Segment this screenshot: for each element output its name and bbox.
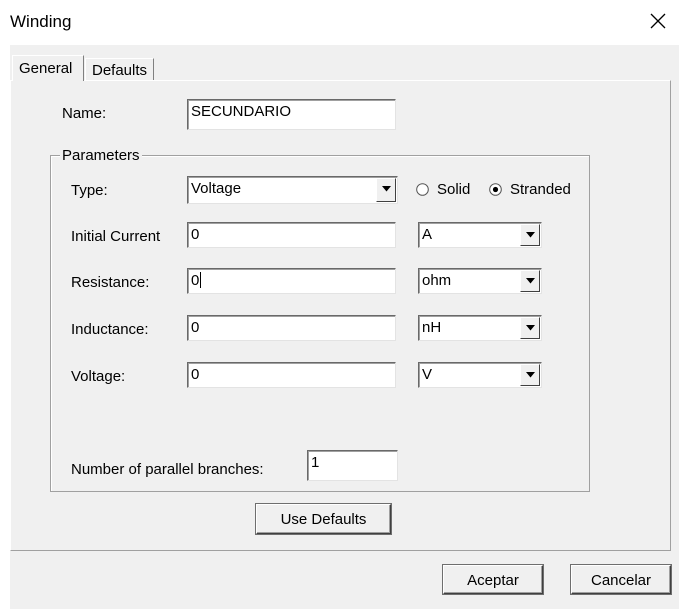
cancel-button[interactable]: Cancelar: [571, 565, 671, 594]
window-title: Winding: [10, 12, 72, 31]
inductance-field[interactable]: 0: [187, 315, 396, 341]
voltage-field[interactable]: 0: [187, 362, 396, 388]
chevron-down-icon[interactable]: [520, 364, 540, 386]
voltage-label: Voltage:: [71, 368, 126, 385]
close-icon[interactable]: [647, 10, 669, 32]
parameters-group-label: Parameters: [60, 147, 142, 164]
solid-label: Solid: [437, 181, 471, 198]
solid-radio[interactable]: [416, 183, 429, 196]
resistance-label: Resistance:: [71, 274, 150, 291]
chevron-down-icon[interactable]: [520, 270, 540, 292]
stranded-label: Stranded: [510, 181, 571, 198]
accept-button[interactable]: Aceptar: [443, 565, 543, 594]
initial-current-label: Initial Current: [71, 228, 161, 245]
initial-current-unit-select[interactable]: A: [418, 222, 542, 248]
chevron-down-icon[interactable]: [376, 178, 396, 202]
voltage-unit-select[interactable]: V: [418, 362, 542, 388]
chevron-down-icon[interactable]: [520, 224, 540, 246]
text-caret: [200, 272, 202, 288]
initial-current-field[interactable]: 0: [187, 222, 396, 248]
use-defaults-button[interactable]: Use Defaults: [256, 504, 391, 534]
type-select[interactable]: Voltage: [187, 176, 398, 204]
resistance-unit-select[interactable]: ohm: [418, 268, 542, 294]
parallel-branches-label: Number of parallel branches:: [71, 461, 264, 478]
name-label: Name:: [62, 105, 107, 122]
resistance-field[interactable]: 0: [187, 268, 396, 294]
voltage-unit-value: V: [422, 366, 433, 383]
type-label: Type:: [71, 182, 108, 199]
resistance-value: 0: [191, 272, 200, 289]
inductance-unit-select[interactable]: nH: [418, 315, 542, 341]
inductance-unit-value: nH: [422, 319, 442, 336]
tab-general[interactable]: General: [12, 55, 84, 81]
type-select-value: Voltage: [191, 180, 242, 197]
name-field[interactable]: SECUNDARIO: [187, 99, 396, 130]
stranded-radio[interactable]: [489, 183, 502, 196]
chevron-down-icon[interactable]: [520, 317, 540, 339]
tab-defaults[interactable]: Defaults: [85, 58, 154, 81]
initial-current-unit-value: A: [422, 226, 433, 243]
inductance-label: Inductance:: [71, 321, 149, 338]
resistance-unit-value: ohm: [422, 272, 452, 289]
parallel-branches-field[interactable]: 1: [307, 450, 398, 481]
